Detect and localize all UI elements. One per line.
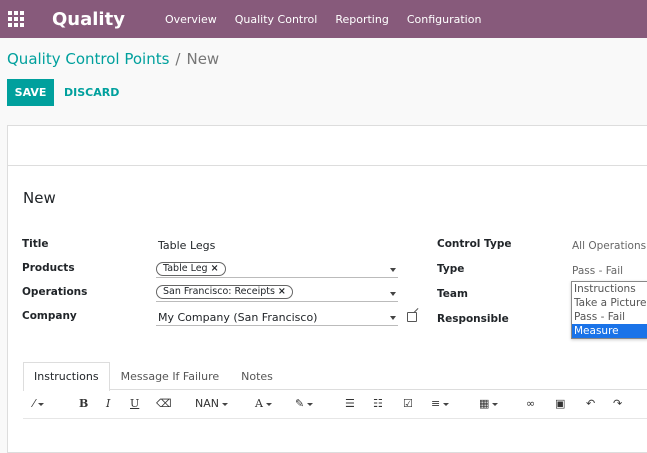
editor-toolbar: ⁄ B I U ⌫ NAN A ✎ ☰ ☷ ☑ ≡ ▦ ∞ ▣ ↶ ↷ bbox=[23, 391, 647, 419]
font-size-label: NAN bbox=[195, 397, 219, 410]
menu-item-configuration[interactable]: Configuration bbox=[407, 13, 482, 26]
type-option-pass-fail[interactable]: Pass - Fail bbox=[572, 310, 647, 324]
eraser-icon[interactable]: ⌫ bbox=[156, 397, 172, 410]
discard-button[interactable]: DISCARD bbox=[64, 79, 119, 106]
operation-tag[interactable]: San Francisco: Receipts × bbox=[156, 285, 293, 299]
bold-button[interactable]: B bbox=[79, 397, 88, 410]
products-label: Products bbox=[22, 262, 75, 274]
form-sheet: New Title Table Legs Products Table Leg ×… bbox=[7, 125, 647, 453]
checklist-icon[interactable]: ☑ bbox=[403, 397, 413, 410]
menu-item-quality-control[interactable]: Quality Control bbox=[235, 13, 318, 26]
image-icon[interactable]: ▣ bbox=[555, 397, 565, 410]
type-dropdown-list: Instructions Take a Picture Pass - Fail … bbox=[571, 281, 647, 339]
ordered-list-icon[interactable]: ☷ bbox=[373, 397, 383, 410]
font-color-dropdown[interactable]: A bbox=[255, 397, 272, 410]
operation-tag-label: San Francisco: Receipts bbox=[163, 286, 275, 297]
app-brand[interactable]: Quality bbox=[52, 9, 125, 30]
magic-wand-icon[interactable]: ⁄ bbox=[33, 397, 44, 410]
tab-message-if-failure[interactable]: Message If Failure bbox=[110, 362, 231, 390]
notebook-tabs: Instructions Message If Failure Notes bbox=[23, 362, 647, 391]
unordered-list-icon[interactable]: ☰ bbox=[345, 397, 355, 410]
title-input[interactable]: Table Legs bbox=[158, 239, 215, 252]
menu-item-reporting[interactable]: Reporting bbox=[335, 13, 388, 26]
type-option-instructions[interactable]: Instructions bbox=[572, 282, 647, 296]
tab-instructions[interactable]: Instructions bbox=[23, 362, 110, 391]
remove-tag-icon[interactable]: × bbox=[211, 263, 219, 274]
menu-item-overview[interactable]: Overview bbox=[165, 13, 217, 26]
type-option-measure[interactable]: Measure bbox=[572, 324, 647, 338]
top-navbar: Quality Overview Quality Control Reporti… bbox=[0, 0, 647, 38]
type-label: Type bbox=[437, 263, 465, 275]
redo-icon[interactable]: ↷ bbox=[613, 397, 622, 410]
company-field-line bbox=[156, 325, 398, 326]
operations-field-line bbox=[156, 301, 398, 302]
team-label: Team bbox=[437, 288, 468, 300]
breadcrumb-parent[interactable]: Quality Control Points bbox=[7, 50, 169, 68]
breadcrumb-separator: / bbox=[175, 50, 181, 68]
type-option-take-a-picture[interactable]: Take a Picture bbox=[572, 296, 647, 310]
font-color-label: A bbox=[255, 397, 263, 410]
responsible-label: Responsible bbox=[437, 313, 509, 325]
product-tag-label: Table Leg bbox=[163, 263, 208, 274]
type-select[interactable]: Pass - Fail bbox=[572, 265, 623, 277]
product-tag[interactable]: Table Leg × bbox=[156, 262, 226, 276]
external-link-icon[interactable] bbox=[407, 312, 417, 322]
control-type-select[interactable]: All Operations bbox=[572, 240, 646, 252]
company-label: Company bbox=[22, 310, 77, 322]
tab-notes[interactable]: Notes bbox=[230, 362, 284, 390]
breadcrumb: Quality Control Points / New bbox=[7, 50, 219, 68]
save-button[interactable]: SAVE bbox=[7, 79, 54, 106]
italic-button[interactable]: I bbox=[106, 397, 110, 410]
table-icon[interactable]: ▦ bbox=[479, 397, 499, 410]
status-bar bbox=[8, 126, 647, 166]
underline-button[interactable]: U bbox=[130, 397, 139, 410]
operations-dropdown-icon[interactable] bbox=[390, 292, 396, 296]
title-label: Title bbox=[22, 238, 49, 250]
control-type-label: Control Type bbox=[437, 238, 512, 250]
company-select[interactable]: My Company (San Francisco) bbox=[158, 311, 317, 324]
font-size-dropdown[interactable]: NAN bbox=[195, 397, 228, 410]
undo-icon[interactable]: ↶ bbox=[586, 397, 595, 410]
breadcrumb-current: New bbox=[186, 50, 220, 68]
company-dropdown-icon[interactable] bbox=[390, 316, 396, 320]
main-menu: Overview Quality Control Reporting Confi… bbox=[165, 13, 499, 26]
link-icon[interactable]: ∞ bbox=[526, 397, 535, 410]
paragraph-align-icon[interactable]: ≡ bbox=[431, 397, 450, 410]
products-field-line bbox=[156, 277, 398, 278]
brush-icon[interactable]: ✎ bbox=[295, 397, 314, 410]
remove-tag-icon[interactable]: × bbox=[278, 286, 286, 297]
apps-menu-icon[interactable] bbox=[8, 11, 24, 27]
record-title: New bbox=[23, 189, 56, 207]
operations-label: Operations bbox=[22, 286, 88, 298]
products-dropdown-icon[interactable] bbox=[390, 268, 396, 272]
